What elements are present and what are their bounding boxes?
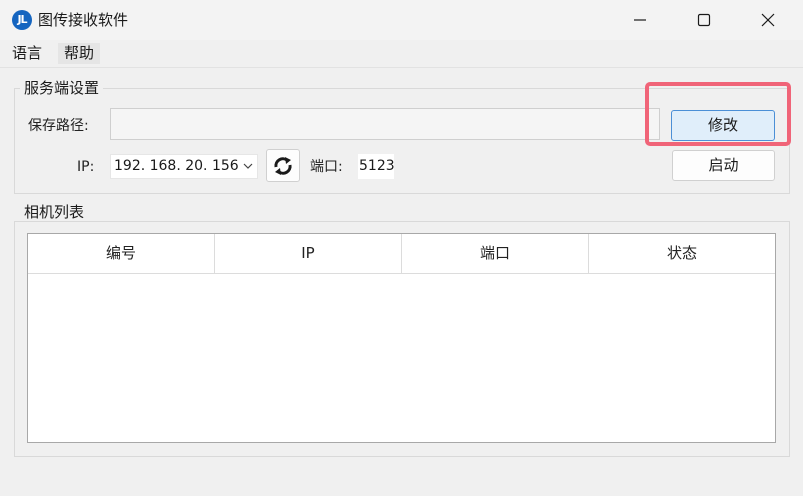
- camera-table[interactable]: 编号 IP 端口 状态: [27, 233, 776, 443]
- column-header-id[interactable]: 编号: [28, 234, 215, 273]
- chevron-down-icon: [243, 163, 253, 169]
- save-path-label: 保存路径:: [28, 118, 89, 134]
- ip-select[interactable]: 192. 168. 20. 156: [110, 154, 258, 179]
- save-path-input[interactable]: [110, 108, 660, 140]
- maximize-icon: [697, 13, 711, 27]
- column-header-status[interactable]: 状态: [589, 234, 775, 273]
- server-settings-title: 服务端设置: [20, 79, 104, 97]
- table-header: 编号 IP 端口 状态: [28, 234, 775, 274]
- close-button[interactable]: [745, 0, 791, 40]
- minimize-button[interactable]: [617, 0, 663, 40]
- menu-bar: 语言 帮助: [0, 40, 803, 68]
- close-icon: [761, 13, 775, 27]
- menu-item-language[interactable]: 语言: [6, 43, 48, 64]
- ip-select-value: 192. 168. 20. 156: [114, 158, 239, 174]
- refresh-icon: [274, 156, 292, 175]
- menu-item-help[interactable]: 帮助: [58, 43, 101, 64]
- minimize-icon: [634, 19, 646, 21]
- title-bar: JL 图传接收软件: [0, 0, 803, 40]
- camera-list-title: 相机列表: [20, 203, 89, 221]
- refresh-button[interactable]: [266, 149, 300, 182]
- maximize-button[interactable]: [681, 0, 727, 40]
- window-title: 图传接收软件: [38, 11, 129, 29]
- column-header-ip[interactable]: IP: [215, 234, 402, 273]
- column-header-port[interactable]: 端口: [402, 234, 589, 273]
- ip-label: IP:: [77, 159, 95, 175]
- port-input[interactable]: 5123: [358, 154, 394, 179]
- start-button[interactable]: 启动: [672, 150, 775, 181]
- modify-button[interactable]: 修改: [671, 110, 775, 141]
- port-label: 端口:: [310, 159, 343, 175]
- app-logo-icon: JL: [12, 10, 32, 30]
